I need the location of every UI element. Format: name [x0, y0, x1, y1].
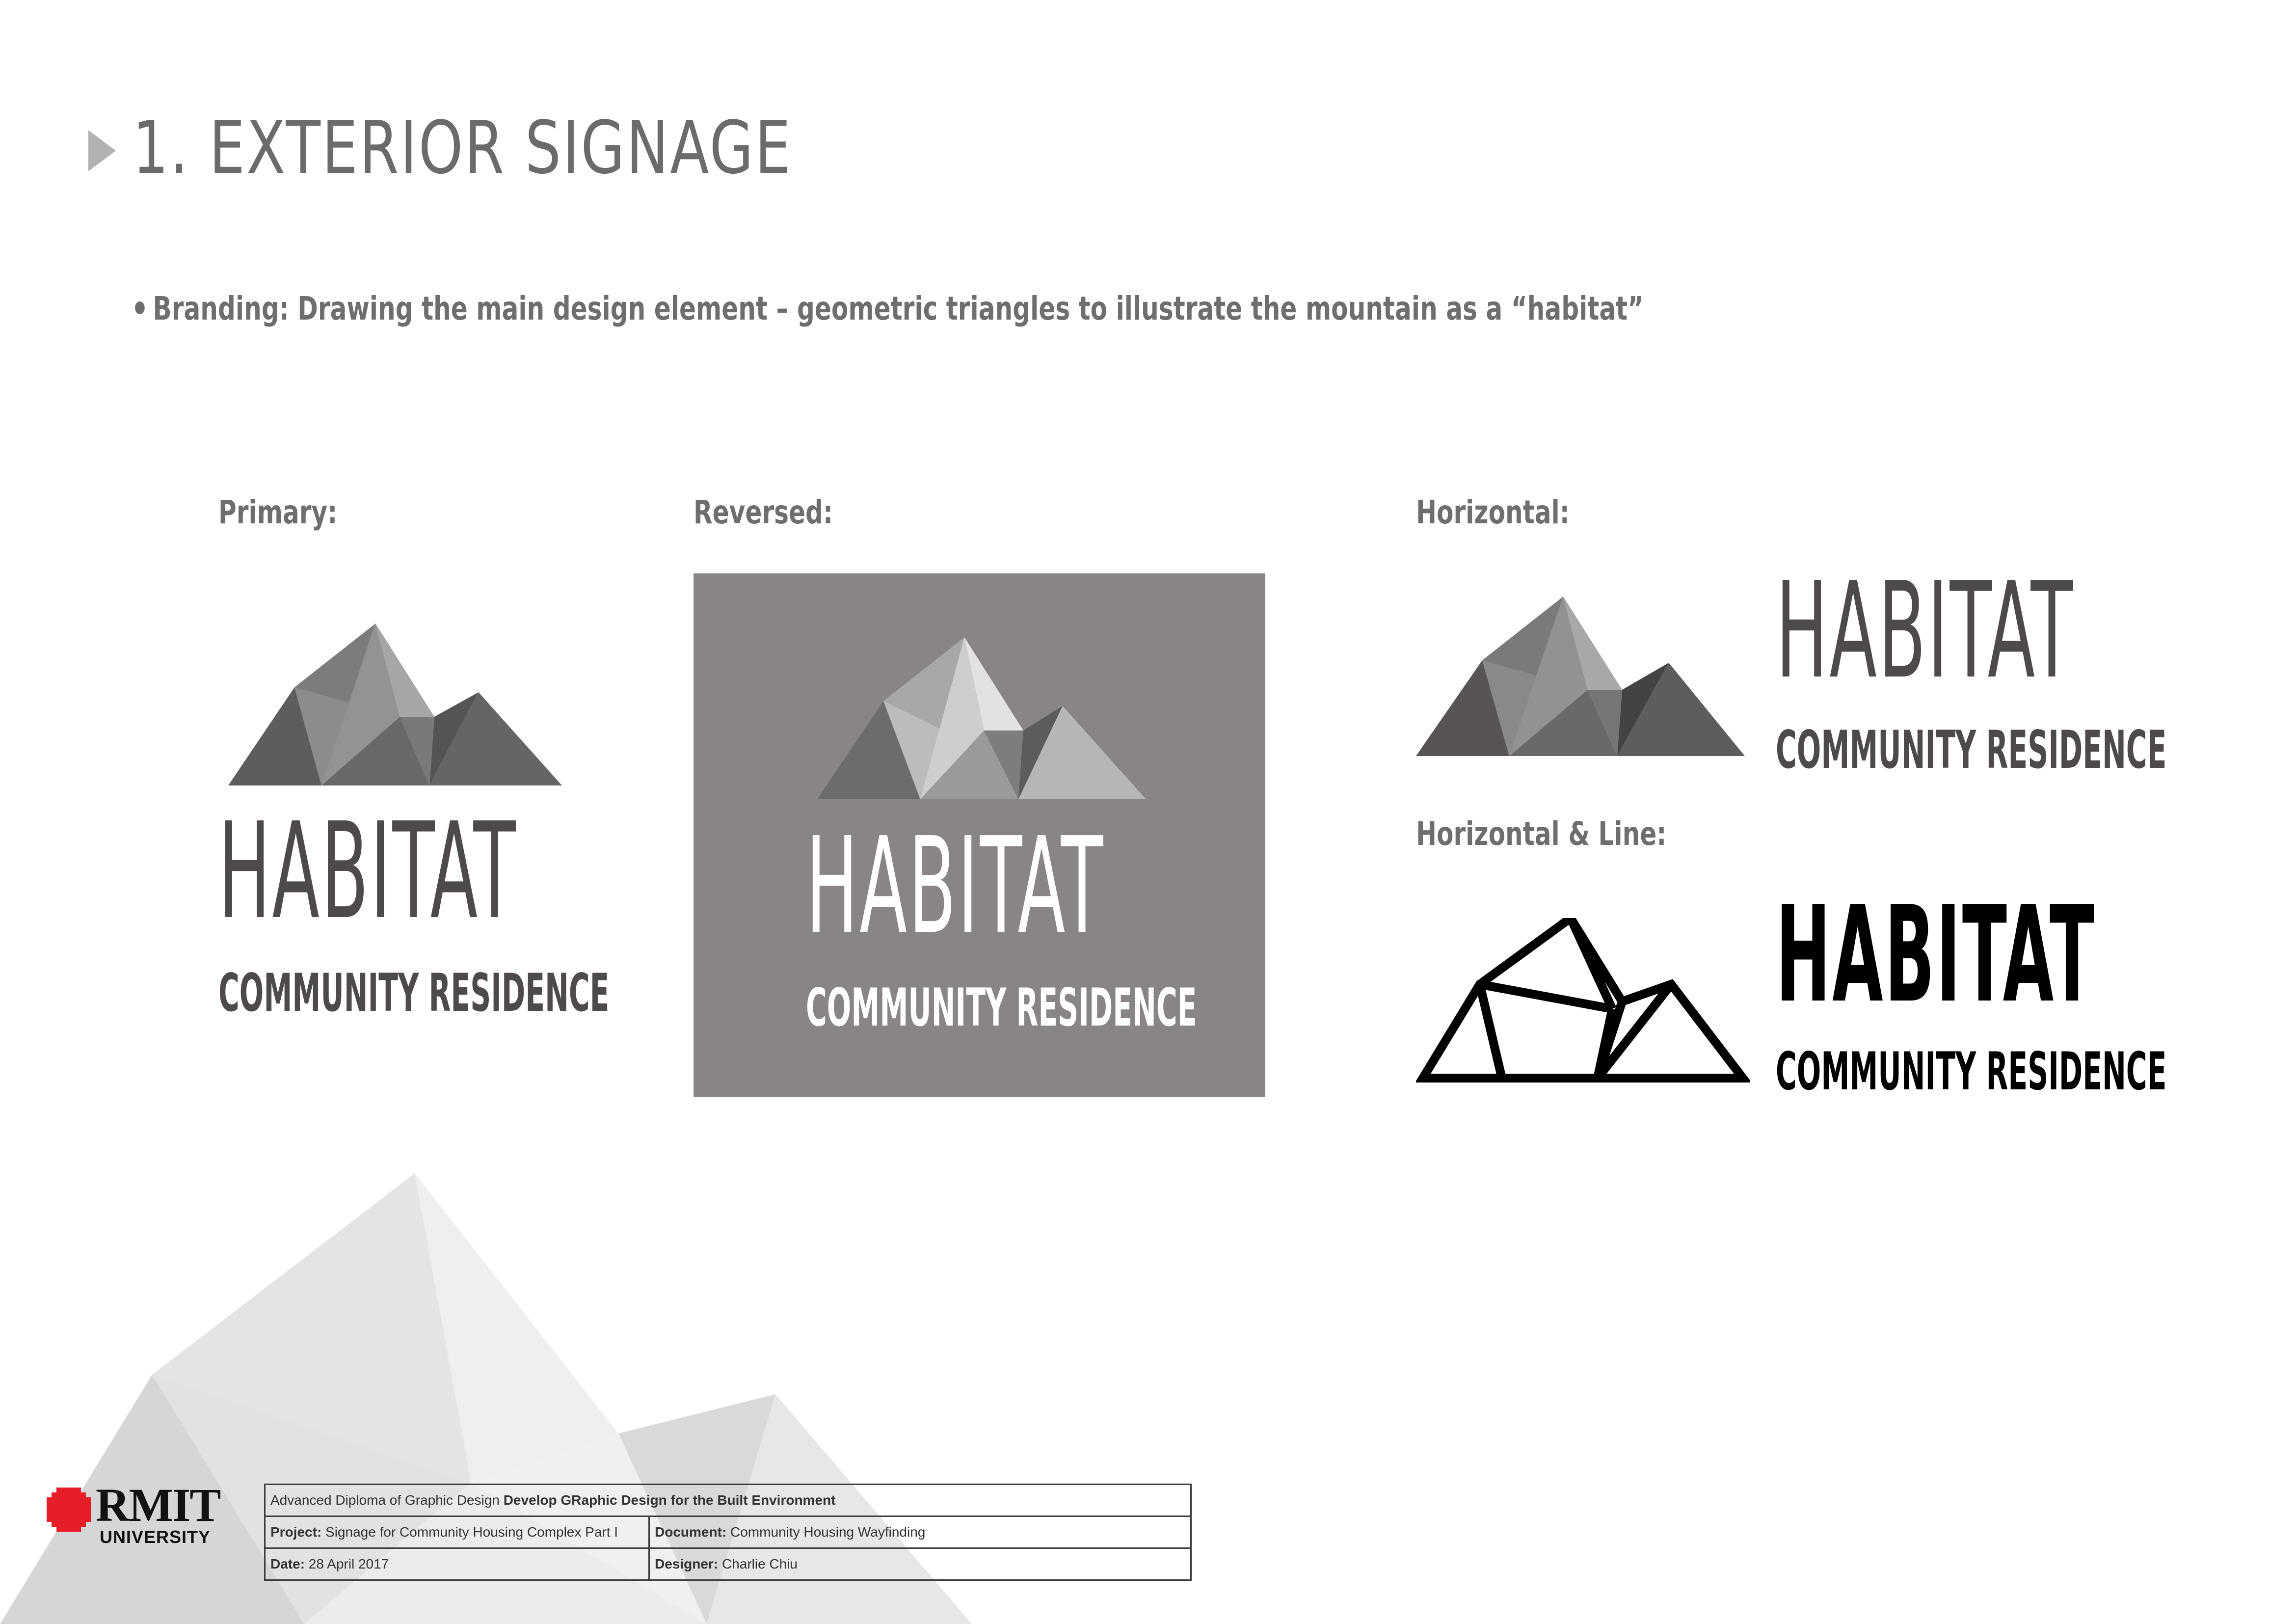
branding-bullet: Branding: Drawing the main design elemen… — [135, 290, 1644, 327]
primary-wordmark: HABITAT — [218, 805, 734, 938]
page-title: 1. EXTERIOR SIGNAGE — [133, 106, 793, 190]
document-label: Document: — [655, 1524, 727, 1540]
line-tagline: COMMUNITY RESIDENCE — [1776, 1041, 2167, 1102]
reversed-wordmark: HABITAT — [806, 820, 1321, 952]
rmit-university: UNIVERSITY — [100, 1527, 211, 1547]
line-mountain-icon — [1416, 918, 1750, 1083]
date-value: 28 April 2017 — [308, 1556, 389, 1571]
play-triangle-icon — [88, 130, 116, 171]
project-cell: Project: Signage for Community Housing C… — [264, 1516, 650, 1549]
primary-mountain-icon — [228, 623, 562, 785]
project-label: Project: — [270, 1524, 322, 1540]
designer-cell: Designer: Charlie Chiu — [648, 1547, 1192, 1581]
course-cell: Advanced Diploma of Graphic Design Devel… — [264, 1484, 1192, 1517]
table-row: Advanced Diploma of Graphic Design Devel… — [264, 1484, 1192, 1517]
course-title: Develop GRaphic Design for the Built Env… — [503, 1492, 836, 1508]
horizontal-mountain-icon — [1416, 596, 1745, 756]
rmit-pixel-mark-icon — [47, 1488, 91, 1532]
primary-tagline: COMMUNITY RESIDENCE — [218, 963, 610, 1023]
rmit-name: RMIT — [96, 1479, 221, 1531]
project-value: Signage for Community Housing Complex Pa… — [325, 1524, 618, 1540]
primary-label: Primary: — [218, 493, 338, 531]
date-label: Date: — [270, 1556, 305, 1571]
reversed-label: Reversed: — [694, 493, 833, 531]
primary-habitat-text: HABITAT — [218, 794, 517, 948]
horizontal-habitat-text: HABITAT — [1776, 553, 2075, 708]
horizontal-line-label: Horizontal & Line: — [1416, 815, 1667, 853]
date-cell: Date: 28 April 2017 — [264, 1547, 650, 1581]
course-prefix: Advanced Diploma of Graphic Design — [270, 1492, 500, 1508]
horizontal-tagline-wrap: COMMUNITY RESIDENCE — [1776, 724, 2296, 776]
bullet-dot-icon — [135, 301, 145, 314]
reversed-habitat-text: HABITAT — [806, 809, 1105, 963]
title-block-table: Advanced Diploma of Graphic Design Devel… — [264, 1484, 1192, 1581]
document-value: Community Housing Wayfinding — [730, 1524, 926, 1540]
designer-value: Charlie Chiu — [721, 1556, 798, 1571]
branding-bullet-text: Branding: Drawing the main design elemen… — [153, 290, 1644, 327]
line-tagline-wrap: COMMUNITY RESIDENCE — [1776, 1046, 2296, 1098]
designer-label: Designer: — [655, 1556, 719, 1571]
line-wordmark: HABITAT — [1776, 889, 2296, 1021]
horizontal-tagline: COMMUNITY RESIDENCE — [1776, 720, 2167, 780]
reversed-tagline: COMMUNITY RESIDENCE — [806, 977, 1197, 1038]
reversed-tagline-wrap: COMMUNITY RESIDENCE — [806, 982, 1517, 1034]
horizontal-wordmark: HABITAT — [1776, 565, 2291, 697]
line-habitat-text: HABITAT — [1776, 877, 2096, 1032]
document-cell: Document: Community Housing Wayfinding — [648, 1516, 1192, 1549]
horizontal-label: Horizontal: — [1416, 493, 1570, 531]
table-row: Date: 28 April 2017 Designer: Charlie Ch… — [264, 1547, 1192, 1581]
table-row: Project: Signage for Community Housing C… — [264, 1516, 1192, 1549]
reversed-mountain-icon — [817, 637, 1146, 799]
